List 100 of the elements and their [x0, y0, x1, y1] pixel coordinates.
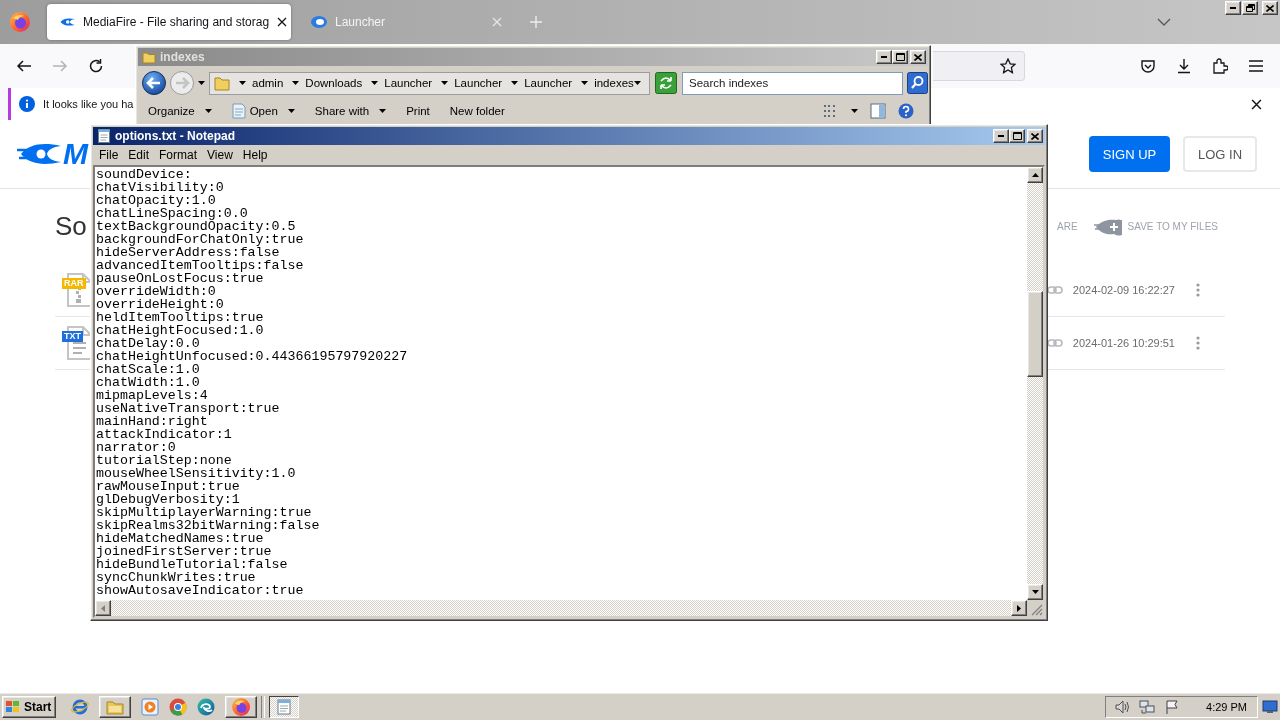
start-button[interactable]: Start: [2, 695, 56, 718]
file-type-badge: TXT: [62, 331, 83, 342]
maximize-icon: [1012, 132, 1022, 140]
close-icon[interactable]: [277, 17, 288, 27]
scrollbar-thumb[interactable]: [1027, 291, 1043, 377]
text-line: showAutosaveIndicator:true: [96, 584, 305, 597]
log-in-button[interactable]: LOG IN: [1183, 136, 1257, 172]
menu-item[interactable]: Help: [237, 147, 273, 162]
network-icon[interactable]: [1139, 698, 1156, 715]
restore-button[interactable]: [1242, 1, 1258, 15]
link-icon[interactable]: [1046, 285, 1063, 295]
text-line: pauseOnLostFocus:true: [96, 272, 264, 285]
text-line: overrideWidth:0: [96, 285, 216, 298]
text-line: tutorialStep:none: [96, 454, 232, 467]
monitor-icon[interactable]: [1262, 699, 1278, 714]
search-icon[interactable]: [907, 72, 928, 94]
caret-icon[interactable]: [441, 81, 449, 85]
scroll-left-button[interactable]: [95, 600, 111, 616]
link-icon[interactable]: [1046, 338, 1063, 348]
caret-icon[interactable]: [292, 81, 300, 85]
maximize-icon: [895, 53, 905, 61]
menu-item[interactable]: Format: [154, 147, 203, 162]
text-line: mainHand:right: [96, 415, 208, 428]
reload-icon[interactable]: [88, 58, 104, 74]
refresh-icon[interactable]: [655, 72, 677, 94]
menu-item[interactable]: View: [202, 147, 238, 162]
breadcrumb-item[interactable]: indexes: [594, 77, 634, 89]
close-icon: [1031, 132, 1039, 140]
puzzle-piece-icon[interactable]: [1212, 58, 1228, 74]
close-button[interactable]: [910, 50, 926, 64]
text-line: chatHeightFocused:1.0: [96, 324, 265, 337]
caret-icon[interactable]: [581, 81, 589, 85]
document-icon: [231, 103, 246, 119]
text-line: heldItemTooltips:true: [96, 311, 265, 324]
breadcrumb-item[interactable]: Launcher: [384, 77, 433, 89]
orbit-ring-icon[interactable]: [71, 697, 89, 716]
scroll-down-button[interactable]: [1027, 584, 1043, 600]
restore-icon: [1245, 4, 1255, 12]
text-line: chatWidth:1.0: [96, 376, 201, 389]
folder-icon: [214, 75, 230, 91]
minimize-button[interactable]: [1225, 1, 1241, 15]
minimize-button[interactable]: [876, 50, 892, 64]
maximize-button[interactable]: [892, 50, 908, 64]
toolbar-button[interactable]: Open: [231, 103, 295, 119]
address-field[interactable]: [933, 51, 1025, 81]
kebab-menu-icon[interactable]: [1196, 283, 1200, 297]
search-field[interactable]: Search indexes: [682, 71, 903, 95]
sign-up-button[interactable]: SIGN UP: [1089, 136, 1170, 172]
text-line: soundDevice:: [96, 168, 193, 181]
minimize-button[interactable]: [993, 129, 1009, 143]
menu-icon[interactable]: [1248, 58, 1264, 74]
close-icon[interactable]: [1251, 98, 1262, 110]
text-line: chatDelay:0.0: [96, 337, 200, 350]
caret-icon[interactable]: [371, 81, 379, 85]
back-arrow-icon[interactable]: [16, 58, 32, 74]
speaker-icon[interactable]: [1114, 698, 1131, 715]
text-line: overrideHeight:0: [96, 298, 224, 311]
toolbar-button[interactable]: New folder: [449, 105, 505, 117]
toolbar-button[interactable]: Share with: [314, 105, 387, 117]
caret-icon[interactable]: [511, 81, 519, 85]
close-button[interactable]: [1262, 1, 1278, 15]
close-icon: [914, 53, 922, 61]
chevron-down-icon[interactable]: [1157, 18, 1171, 26]
toolbar-button[interactable]: Organize: [148, 105, 212, 117]
text-line: syncChunkWrites:true: [96, 571, 256, 584]
swirl-circle-icon[interactable]: [197, 697, 215, 716]
caret-icon[interactable]: [634, 81, 641, 85]
caret-icon[interactable]: [851, 109, 858, 113]
download-icon[interactable]: [1176, 58, 1192, 74]
cloud-plus-icon: [1093, 217, 1122, 236]
breadcrumb-item[interactable]: Launcher: [454, 77, 503, 89]
text-line: chatVisibility:0: [96, 181, 225, 194]
text-line: hideMatchedNames:true: [96, 532, 264, 545]
caret-icon[interactable]: [239, 81, 246, 85]
kebab-menu-icon[interactable]: [1196, 336, 1200, 350]
breadcrumb-item[interactable]: Launcher: [524, 77, 573, 89]
taskbar-window-button[interactable]: [269, 695, 299, 718]
breadcrumb-item[interactable]: Downloads: [305, 77, 363, 89]
text-line: chatHeightUnfocused:0.44366195797920227: [96, 350, 409, 363]
menu-item[interactable]: File: [94, 147, 124, 162]
breadcrumb-item[interactable]: admin: [252, 77, 284, 89]
minimize-icon: [1230, 7, 1236, 9]
left-triangle-icon: [101, 604, 105, 612]
pocket-icon[interactable]: [1140, 58, 1156, 74]
browser-tab[interactable]: MediaFire - File sharing and storag: [47, 4, 291, 40]
text-line: rawMouseInput:true: [96, 480, 240, 493]
close-button[interactable]: [1027, 129, 1043, 143]
segmented-circle-icon[interactable]: [169, 697, 187, 716]
preview-pane-icon[interactable]: [870, 103, 886, 119]
minimize-icon: [998, 135, 1004, 137]
star-icon[interactable]: [1000, 58, 1016, 74]
help-icon[interactable]: [898, 103, 914, 119]
breadcrumb-bar[interactable]: admin Downloads Launcher Launcher Launcher indexes: [209, 71, 650, 95]
flag-icon[interactable]: [1164, 698, 1181, 715]
scroll-up-button[interactable]: [1027, 167, 1043, 183]
maximize-button[interactable]: [1009, 129, 1025, 143]
menu-item[interactable]: Edit: [123, 147, 155, 162]
caret-icon[interactable]: [198, 81, 205, 85]
toolbar-button[interactable]: Print: [406, 105, 430, 117]
scroll-right-button[interactable]: [1011, 600, 1027, 616]
